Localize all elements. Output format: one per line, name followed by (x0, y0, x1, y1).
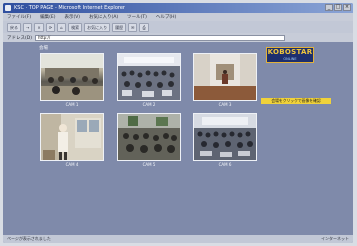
print-button[interactable]: ⎙ (139, 22, 149, 32)
camera-thumbnail-2[interactable] (117, 53, 181, 101)
forward-button[interactable]: → (23, 22, 33, 32)
camera-scene-1 (41, 54, 103, 100)
camera-scene-3 (194, 54, 256, 100)
address-input[interactable]: http:// (34, 34, 285, 41)
menu-view[interactable]: 表示(V) (64, 14, 80, 20)
security-zone: インターネット (321, 236, 349, 241)
address-label: アドレス(D) (7, 35, 32, 41)
toolbar: 戻る → × ⟳ ⌂ 検索 お気に入り 履歴 ✉ ⎙ (3, 21, 353, 33)
camera-scene-6 (194, 114, 256, 160)
camera-label-1: CAM 1 (65, 102, 79, 107)
logo-subtext: ONLINE (283, 57, 297, 61)
menu-favorites[interactable]: お気に入り(A) (89, 14, 118, 20)
menu-edit[interactable]: 編集(E) (40, 14, 55, 20)
camera-thumbnail-3[interactable] (193, 53, 257, 101)
camera-thumbnail-5[interactable] (117, 113, 181, 161)
minimize-button[interactable]: _ (325, 4, 333, 11)
browser-window: KSC · TOP PAGE - Microsoft Internet Expl… (3, 3, 353, 243)
favorites-button[interactable]: お気に入り (84, 22, 111, 32)
menu-bar: ファイル(F) 編集(E) 表示(V) お気に入り(A) ツール(T) ヘルプ(… (3, 13, 353, 21)
menu-tools[interactable]: ツール(T) (127, 14, 147, 20)
camera-scene-5 (118, 114, 180, 160)
window-title: KSC · TOP PAGE - Microsoft Internet Expl… (14, 5, 125, 11)
camera-label-4: CAM 4 (65, 162, 79, 167)
camera-label-2: CAM 2 (142, 102, 156, 107)
title-bar: KSC · TOP PAGE - Microsoft Internet Expl… (3, 3, 353, 13)
page-header: 会場 (39, 46, 48, 51)
camera-thumbnail-6[interactable] (193, 113, 257, 161)
camera-thumbnail-4[interactable] (40, 113, 104, 161)
search-button[interactable]: 検索 (68, 22, 83, 32)
refresh-button[interactable]: ⟳ (45, 22, 56, 32)
camera-label-3: CAM 3 (218, 102, 232, 107)
camera-scene-2 (118, 54, 180, 100)
history-button[interactable]: 履歴 (112, 22, 127, 32)
camera-scene-4 (41, 114, 103, 160)
browser-icon (5, 5, 11, 11)
back-button[interactable]: 戻る (7, 22, 21, 32)
status-text: ページが表示されました (7, 236, 51, 241)
camera-label-6: CAM 6 (218, 162, 232, 167)
site-logo[interactable]: KOBOSTAR ONLINE (266, 47, 314, 63)
stop-button[interactable]: × (34, 22, 44, 32)
info-banner[interactable]: 会場をクリックで画像を確認 (261, 98, 331, 104)
menu-file[interactable]: ファイル(F) (7, 14, 31, 20)
address-bar: アドレス(D) http:// (3, 33, 353, 42)
status-bar: ページが表示されました インターネット (3, 235, 353, 243)
mail-button[interactable]: ✉ (128, 22, 138, 32)
home-button[interactable]: ⌂ (57, 22, 67, 32)
menu-help[interactable]: ヘルプ(H) (156, 14, 176, 20)
close-button[interactable]: × (343, 4, 351, 11)
page-content: 会場 CAM 1 CAM 2 CAM 3 CAM 4 CAM 5 CAM 6 K… (3, 42, 353, 235)
window-controls: _ □ × (325, 4, 351, 11)
logo-text: KOBOSTAR (267, 48, 313, 56)
camera-label-5: CAM 5 (142, 162, 156, 167)
camera-thumbnail-1[interactable] (40, 53, 104, 101)
maximize-button[interactable]: □ (334, 4, 342, 11)
